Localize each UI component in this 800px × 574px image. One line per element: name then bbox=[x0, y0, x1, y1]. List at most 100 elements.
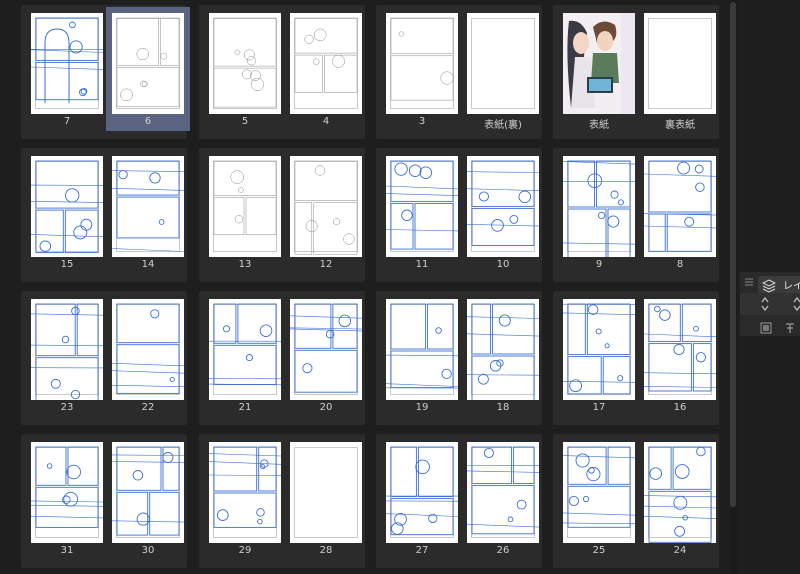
page-sketch bbox=[209, 446, 281, 528]
page-spread: 76 bbox=[21, 5, 190, 139]
page-spread: 3 表紙(裏) bbox=[376, 5, 542, 139]
page-number-label: 28 bbox=[319, 545, 333, 556]
page-sketch bbox=[390, 17, 454, 101]
page-thumbnail[interactable]: 27 bbox=[380, 436, 464, 560]
opacity-arrows-icon[interactable] bbox=[792, 295, 800, 317]
page-spread: 27 26 bbox=[376, 434, 542, 568]
page-thumbnail[interactable]: 13 bbox=[203, 150, 287, 274]
layer-panel: レイヤ bbox=[740, 272, 800, 336]
page-sketch bbox=[644, 160, 716, 252]
page-thumbnail[interactable]: 28 bbox=[284, 436, 368, 560]
page-sketch bbox=[31, 303, 103, 400]
page-number-label: 14 bbox=[141, 259, 155, 270]
panel-menu-icon[interactable] bbox=[745, 278, 753, 286]
page-number-label: 24 bbox=[673, 545, 687, 556]
page-spread: 29 28 bbox=[199, 434, 365, 568]
page-thumbnail[interactable]: 9 bbox=[557, 150, 641, 274]
page-spread: 19 18 bbox=[376, 291, 542, 425]
page-number-label: 21 bbox=[238, 402, 252, 413]
page-sketch bbox=[31, 160, 103, 254]
page-thumbnail[interactable]: 24 bbox=[638, 436, 722, 560]
page-number-label: 4 bbox=[322, 116, 330, 127]
layer-blend-row bbox=[740, 293, 800, 315]
page-thumbnail[interactable]: 15 bbox=[25, 150, 109, 274]
page-number-label: 裏表紙 bbox=[665, 120, 695, 131]
page-thumbnail[interactable]: 7 bbox=[25, 7, 109, 131]
page-thumbnail[interactable]: 26 bbox=[461, 436, 545, 560]
page-thumbnail[interactable]: 17 bbox=[557, 293, 641, 417]
page-thumbnail[interactable]: 11 bbox=[380, 150, 464, 274]
page-sketch bbox=[386, 160, 458, 250]
page-sketch bbox=[386, 303, 458, 389]
page-thumbnail[interactable]: 5 bbox=[203, 7, 287, 131]
page-number-label: 29 bbox=[238, 545, 252, 556]
page-thumbnail[interactable]: 29 bbox=[203, 436, 287, 560]
page-sketch bbox=[644, 446, 716, 543]
page-number-label: 13 bbox=[238, 259, 252, 270]
page-thumbnail[interactable]: 20 bbox=[284, 293, 368, 417]
page-sketch bbox=[563, 303, 635, 395]
page-sketch bbox=[563, 446, 635, 528]
page-sketch bbox=[467, 160, 539, 246]
up-down-arrows-icon[interactable] bbox=[760, 295, 770, 317]
page-thumbnail[interactable]: 23 bbox=[25, 293, 109, 417]
page-number-label: 7 bbox=[63, 116, 71, 127]
page-thumbnail[interactable]: 21 bbox=[203, 293, 287, 417]
page-thumbnail[interactable]: 6 bbox=[106, 7, 190, 131]
page-sketch bbox=[290, 303, 362, 393]
page-number-label: 11 bbox=[415, 259, 429, 270]
page-thumbnail[interactable]: 8 bbox=[638, 150, 722, 274]
layer-tools-row bbox=[740, 315, 800, 336]
page-number-label: 9 bbox=[595, 259, 603, 270]
page-thumbnail[interactable]: 22 bbox=[106, 293, 190, 417]
page-number-label: 17 bbox=[592, 402, 606, 413]
layer-lock-icon[interactable] bbox=[784, 319, 796, 338]
layer-tab[interactable]: レイヤ bbox=[758, 276, 800, 294]
page-spread: 25 24 bbox=[553, 434, 719, 568]
page-sketch bbox=[116, 17, 180, 107]
page-thumbnail-grid: 7 6 5 4 3 表紙(裏) 表紙 裏表紙 15 14 13 12 11 10 9 8 23 22 21 20 19 1… bbox=[0, 0, 736, 574]
page-thumbnail[interactable]: 4 bbox=[284, 7, 368, 131]
page-thumbnail[interactable]: 19 bbox=[380, 293, 464, 417]
layer-mask-icon[interactable] bbox=[760, 319, 772, 338]
page-thumbnail[interactable]: 表紙 bbox=[557, 7, 641, 131]
page-number-label: 6 bbox=[144, 116, 152, 127]
page-sketch bbox=[290, 442, 362, 543]
vertical-scrollbar[interactable] bbox=[729, 0, 737, 574]
page-sketch bbox=[294, 160, 358, 255]
page-thumbnail[interactable]: 12 bbox=[284, 150, 368, 274]
page-thumbnail[interactable]: 表紙(裏) bbox=[461, 7, 545, 131]
page-number-label: 12 bbox=[319, 259, 333, 270]
page-sketch bbox=[467, 446, 539, 535]
page-sketch bbox=[294, 17, 358, 93]
page-thumbnail[interactable]: 30 bbox=[106, 436, 190, 560]
page-number-label: 20 bbox=[319, 402, 333, 413]
page-sketch bbox=[31, 17, 103, 103]
page-sketch bbox=[467, 303, 539, 400]
page-thumbnail[interactable]: 10 bbox=[461, 150, 545, 274]
page-number-label: 23 bbox=[60, 402, 74, 413]
page-thumbnail[interactable]: 14 bbox=[106, 150, 190, 274]
page-number-label: 26 bbox=[496, 545, 510, 556]
page-thumbnail[interactable]: 18 bbox=[461, 293, 545, 417]
page-sketch bbox=[467, 13, 539, 114]
page-thumbnail[interactable]: 3 bbox=[380, 7, 464, 131]
page-sketch bbox=[112, 160, 184, 252]
page-spread: 13 12 bbox=[199, 148, 365, 282]
page-spread: 17 16 bbox=[553, 291, 719, 425]
page-thumbnail[interactable]: 16 bbox=[638, 293, 722, 417]
page-number-label: 22 bbox=[141, 402, 155, 413]
page-spread: 表紙 裏表紙 bbox=[553, 5, 719, 139]
page-sketch bbox=[213, 160, 277, 236]
page-number-label: 表紙 bbox=[589, 120, 609, 131]
page-sketch bbox=[644, 303, 716, 392]
scrollbar-thumb[interactable] bbox=[730, 2, 736, 507]
page-thumbnail[interactable]: 31 bbox=[25, 436, 109, 560]
page-spread: 11 10 bbox=[376, 148, 542, 282]
page-spread: 54 bbox=[199, 5, 365, 139]
page-sketch bbox=[31, 446, 103, 528]
page-spread: 23 22 bbox=[21, 291, 187, 425]
page-number-label: 19 bbox=[415, 402, 429, 413]
page-thumbnail[interactable]: 裏表紙 bbox=[638, 7, 722, 131]
page-thumbnail[interactable]: 25 bbox=[557, 436, 641, 560]
